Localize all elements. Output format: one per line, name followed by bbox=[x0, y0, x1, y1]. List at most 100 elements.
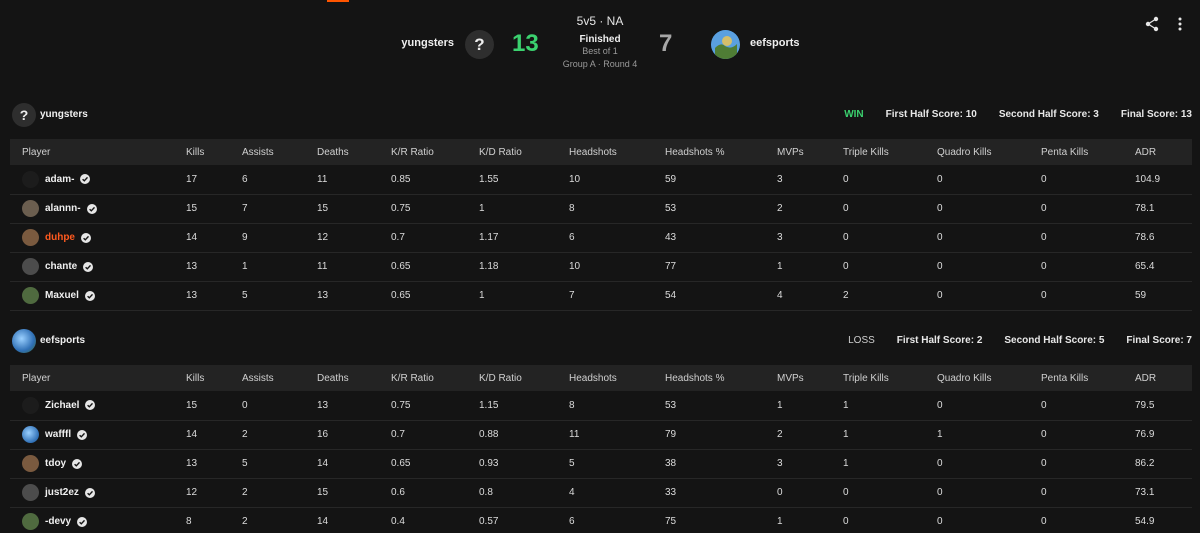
player-name-link[interactable]: -devy bbox=[45, 516, 71, 527]
column-header[interactable]: Headshots bbox=[569, 365, 665, 391]
player-name-link[interactable]: wafffl bbox=[45, 429, 71, 440]
player-cell[interactable]: duhpe bbox=[10, 223, 186, 253]
table-row[interactable]: alannn- 15 7 15 0.75 1 8 53 2 0 0 0 78.1 bbox=[10, 194, 1192, 224]
avatar[interactable] bbox=[22, 484, 39, 501]
column-header[interactable]: Assists bbox=[242, 139, 317, 165]
avatar[interactable] bbox=[22, 513, 39, 530]
column-header[interactable]: Penta Kills bbox=[1041, 365, 1135, 391]
stat-cell: 1 bbox=[843, 449, 937, 479]
team2-avatar[interactable] bbox=[711, 30, 740, 59]
table-row[interactable]: duhpe 14 9 12 0.7 1.17 6 43 3 0 0 0 78.6 bbox=[10, 223, 1192, 253]
stat-cell: 8 bbox=[569, 391, 665, 421]
column-header[interactable]: Player bbox=[10, 365, 186, 391]
column-header[interactable]: ADR bbox=[1135, 365, 1192, 391]
stat-cell: 0 bbox=[1041, 194, 1135, 224]
player-name-link[interactable]: duhpe bbox=[45, 232, 75, 243]
stat-cell: 0 bbox=[1041, 165, 1135, 195]
stat-cell: 14 bbox=[317, 507, 391, 533]
stat-cell: 16 bbox=[317, 420, 391, 450]
column-header[interactable]: Headshots % bbox=[665, 139, 777, 165]
avatar[interactable] bbox=[22, 426, 39, 443]
column-header[interactable]: Triple Kills bbox=[843, 139, 937, 165]
avatar[interactable] bbox=[22, 455, 39, 472]
stat-cell: 12 bbox=[317, 223, 391, 253]
stat-cell: 6 bbox=[569, 507, 665, 533]
match-format: 5v5 · NA bbox=[576, 14, 624, 28]
stat-cell: 0 bbox=[937, 478, 1041, 508]
stat-cell: 54.9 bbox=[1135, 507, 1192, 533]
column-header[interactable]: Triple Kills bbox=[843, 365, 937, 391]
column-header[interactable]: Penta Kills bbox=[1041, 139, 1135, 165]
player-name-link[interactable]: adam- bbox=[45, 174, 74, 185]
team2-name[interactable]: eefsports bbox=[750, 37, 800, 49]
section-team-name[interactable]: yungsters bbox=[40, 109, 88, 120]
player-cell[interactable]: -devy bbox=[10, 507, 186, 533]
stat-cell: 6 bbox=[569, 223, 665, 253]
stat-cell: 15 bbox=[317, 478, 391, 508]
player-name-link[interactable]: just2ez bbox=[45, 487, 79, 498]
share-icon[interactable] bbox=[1144, 16, 1160, 32]
question-mark-icon[interactable]: ? bbox=[12, 103, 36, 127]
stat-cell: 2 bbox=[242, 478, 317, 508]
stat-cell: 2 bbox=[242, 507, 317, 533]
table-row[interactable]: just2ez 12 2 15 0.6 0.8 4 33 0 0 0 0 73.1 bbox=[10, 478, 1192, 508]
player-name-link[interactable]: tdoy bbox=[45, 458, 66, 469]
column-header[interactable]: Deaths bbox=[317, 139, 391, 165]
column-header[interactable]: Deaths bbox=[317, 365, 391, 391]
player-name-link[interactable]: Maxuel bbox=[45, 290, 79, 301]
column-header[interactable]: Assists bbox=[242, 365, 317, 391]
globe-avatar[interactable] bbox=[12, 329, 36, 353]
avatar[interactable] bbox=[22, 229, 39, 246]
avatar[interactable] bbox=[22, 200, 39, 217]
column-header[interactable]: Player bbox=[10, 139, 186, 165]
verified-check-icon bbox=[77, 429, 88, 440]
stat-cell: 1.55 bbox=[479, 165, 569, 195]
table-row[interactable]: wafffl 14 2 16 0.7 0.88 11 79 2 1 1 0 76.9 bbox=[10, 420, 1192, 450]
stat-cell: 12 bbox=[186, 478, 242, 508]
player-cell[interactable]: adam- bbox=[10, 165, 186, 195]
stat-cell: 8 bbox=[569, 194, 665, 224]
player-cell[interactable]: chante bbox=[10, 252, 186, 282]
player-cell[interactable]: tdoy bbox=[10, 449, 186, 479]
avatar[interactable] bbox=[22, 170, 39, 188]
table-row[interactable]: tdoy 13 5 14 0.65 0.93 5 38 3 1 0 0 86.2 bbox=[10, 449, 1192, 479]
player-cell[interactable]: wafffl bbox=[10, 420, 186, 450]
column-header[interactable]: K/R Ratio bbox=[391, 365, 479, 391]
table-row[interactable]: Zichael 15 0 13 0.75 1.15 8 53 1 1 0 0 79.5 bbox=[10, 391, 1192, 421]
column-header[interactable]: MVPs bbox=[777, 139, 843, 165]
player-cell[interactable]: Maxuel bbox=[10, 281, 186, 311]
avatar[interactable] bbox=[22, 258, 39, 275]
stat-cell: 0 bbox=[937, 194, 1041, 224]
column-header[interactable]: Quadro Kills bbox=[937, 365, 1041, 391]
table-row[interactable]: adam- 17 6 11 0.85 1.55 10 59 3 0 0 0 104.9 bbox=[10, 165, 1192, 195]
table-row[interactable]: Maxuel 13 5 13 0.65 1 7 54 4 2 0 0 59 bbox=[10, 281, 1192, 311]
player-name-link[interactable]: alannn- bbox=[45, 203, 81, 214]
column-header[interactable]: Kills bbox=[186, 365, 242, 391]
avatar[interactable] bbox=[22, 396, 39, 414]
column-header[interactable]: K/R Ratio bbox=[391, 139, 479, 165]
stat-cell: 0.57 bbox=[479, 507, 569, 533]
player-cell[interactable]: alannn- bbox=[10, 194, 186, 224]
best-of-label: Best of 1 bbox=[582, 46, 618, 56]
column-header[interactable]: K/D Ratio bbox=[479, 365, 569, 391]
table-row[interactable]: chante 13 1 11 0.65 1.18 10 77 1 0 0 0 65.4 bbox=[10, 252, 1192, 282]
table-row[interactable]: -devy 8 2 14 0.4 0.57 6 75 1 0 0 0 54.9 bbox=[10, 507, 1192, 533]
column-header[interactable]: MVPs bbox=[777, 365, 843, 391]
avatar[interactable] bbox=[22, 287, 39, 304]
player-name-link[interactable]: chante bbox=[45, 261, 77, 272]
column-header[interactable]: Quadro Kills bbox=[937, 139, 1041, 165]
column-header[interactable]: Headshots % bbox=[665, 365, 777, 391]
player-cell[interactable]: Zichael bbox=[10, 391, 186, 421]
column-header[interactable]: ADR bbox=[1135, 139, 1192, 165]
column-header[interactable]: Kills bbox=[186, 139, 242, 165]
stat-cell: 0 bbox=[1041, 223, 1135, 253]
column-header[interactable]: K/D Ratio bbox=[479, 139, 569, 165]
section-team-name[interactable]: eefsports bbox=[40, 335, 85, 346]
match-status: Finished bbox=[579, 34, 621, 45]
stat-cell: 104.9 bbox=[1135, 165, 1192, 195]
half-scores: WIN First Half Score: 10 Second Half Score… bbox=[844, 109, 1192, 120]
column-header[interactable]: Headshots bbox=[569, 139, 665, 165]
player-cell[interactable]: just2ez bbox=[10, 478, 186, 508]
more-vertical-icon[interactable] bbox=[1174, 16, 1186, 32]
player-name-link[interactable]: Zichael bbox=[45, 400, 79, 411]
